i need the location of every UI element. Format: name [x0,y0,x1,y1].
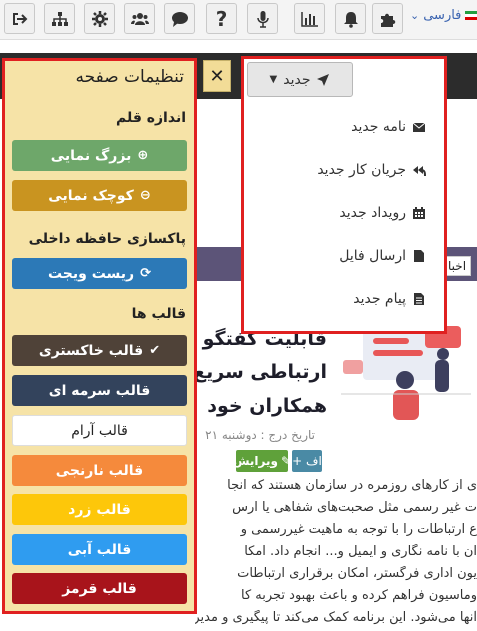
new-item-dropdown: جدید ▼ نامه جدید جریان کار جدید رویداد ج… [241,56,447,334]
article-body-line: ی از کارهای روزمره در سازمان هستند که ان… [227,478,477,493]
theme-yellow-button[interactable]: قالب زرد [12,494,187,525]
zoom-in-label: بزرگ نمایی [50,147,132,164]
reset-widget-label: ریست ویجت [47,265,135,282]
zoom-out-label: کوچک نمایی [48,187,134,204]
article-body-line: یون اداری فرگستر، امکان برقراری ارتباطات [237,566,477,581]
microphone-icon[interactable] [247,3,278,34]
article-body-line: ت غیر رسمی مثل صحبت‌های شفاهی یا ارس [232,500,477,515]
help-icon[interactable]: ? [206,3,237,34]
menu-item-new-workflow[interactable]: جریان کار جدید [317,162,426,178]
menu-item-label: رویداد جدید [339,205,406,221]
chevron-down-icon: ⌄ [410,9,420,22]
zoom-out-icon: ⊖ [139,188,151,203]
file-icon [414,250,424,262]
menu-item-send-file[interactable]: ارسال فایل [339,248,426,264]
language-selector[interactable]: ⌄ فارسی [410,8,477,23]
menu-item-new-letter[interactable]: نامه جدید [351,119,426,135]
theme-calm-button[interactable]: قالب آرام [12,415,187,446]
logout-icon[interactable] [4,3,35,34]
bar-chart-icon[interactable] [294,3,325,34]
theme-label: قالب زرد [68,501,131,518]
theme-label: قالب خاکستری [38,342,144,359]
iran-flag-icon [465,10,477,21]
edit-button-label: ویرایش [232,454,278,468]
news-label[interactable]: اخبا [443,256,472,276]
menu-item-label: نامه جدید [351,119,406,135]
add-button[interactable]: + اف [292,450,322,472]
theme-label: قالب قرمز [62,580,137,597]
new-button-label: جدید [283,71,311,88]
caret-down-icon: ▼ [269,74,278,85]
headline-line-3: همکاران خود [207,395,327,417]
settings-icon[interactable] [84,3,115,34]
theme-label: قالب سرمه ای [48,382,151,399]
theme-orange-button[interactable]: قالب نارنجی [12,455,187,486]
article-body-line: ع ارتباطات را با توجه به ماهیت غیررسمی و [240,522,477,537]
font-size-section-title: اندازه قلم [116,110,186,126]
envelope-icon [412,122,426,132]
puzzle-icon[interactable] [372,3,403,34]
language-label: فارسی [423,8,462,23]
article-body-line: وماسیون فراهم کرده و باعث بهبود تجربه کا [240,588,477,603]
page-settings-panel: تنظیمات صفحه اندازه قلم ⊕ بزرگ نمایی ⊖ ک… [2,58,197,614]
comment-icon[interactable] [164,3,195,34]
themes-section-title: قالب ها [131,306,186,322]
settings-title: تنظیمات صفحه [75,67,184,87]
theme-blue-button[interactable]: قالب آبی [12,534,187,565]
theme-red-button[interactable]: قالب قرمز [12,573,187,604]
zoom-out-button[interactable]: ⊖ کوچک نمایی [12,180,187,211]
theme-label: قالب آبی [67,541,132,558]
menu-item-label: جریان کار جدید [317,162,406,178]
users-icon[interactable] [124,3,155,34]
edit-icon: ✎ [280,454,292,468]
theme-label: قالب آرام [71,422,128,439]
paper-plane-icon [317,73,330,86]
zoom-in-icon: ⊕ [137,148,149,163]
check-icon: ✔ [149,343,161,358]
edit-button[interactable]: ✎ ویرایش [232,450,292,472]
bell-icon[interactable] [335,3,366,34]
menu-item-new-message[interactable]: پیام جدید [353,291,426,307]
theme-navy-button[interactable]: قالب سرمه ای [12,375,187,406]
document-icon [414,293,424,305]
close-settings-button[interactable]: ✕ [203,60,231,92]
menu-item-new-event[interactable]: رویداد جدید [339,205,426,221]
new-button[interactable]: جدید ▼ [247,62,353,97]
chat-illustration [335,320,477,425]
close-icon: ✕ [209,65,225,87]
theme-gray-button[interactable]: ✔ قالب خاکستری [12,335,187,366]
article-date: تاریخ درج : دوشنبه ۲۱ [205,428,315,442]
theme-label: قالب نارنجی [55,462,144,479]
cache-section-title: پاکسازی حافظه داخلی [28,231,186,247]
reset-widget-button[interactable]: ⟳ ریست ویجت [12,258,187,289]
reply-all-icon [413,166,426,177]
menu-item-label: ارسال فایل [339,248,406,264]
calendar-icon [413,207,425,219]
top-toolbar: ? ⌄ فارسی [0,0,477,40]
article-body-line: آنها می‌شود. این برنامه کمک می‌کند تا پی… [195,610,477,625]
menu-item-label: پیام جدید [353,291,406,307]
refresh-icon: ⟳ [140,266,152,281]
article-body-line: ان با نامه نگاری و ایمیل و... انجام داد.… [244,544,477,559]
org-chart-icon[interactable] [44,3,75,34]
zoom-in-button[interactable]: ⊕ بزرگ نمایی [12,140,187,171]
add-button-label: + اف [292,454,322,468]
headline-line-2: ارتباطی سریع [193,361,327,383]
